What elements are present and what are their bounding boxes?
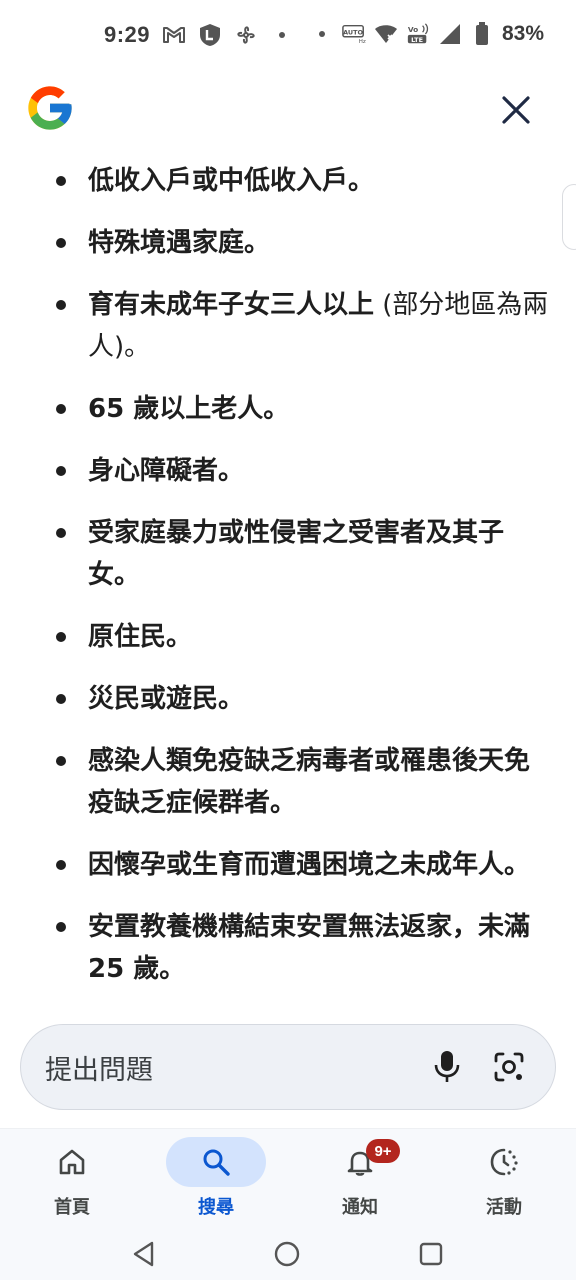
answer-content: 低收入戶或中低收入戶。 特殊境遇家庭。 育有未成年子女三人以上 (部分地區為兩人… — [0, 150, 576, 1020]
list-item: 災民或遊民。 — [56, 678, 552, 720]
ask-input-placeholder[interactable]: 提出問題 — [45, 1048, 407, 1087]
search-icon — [203, 1149, 230, 1176]
shield-l-icon — [198, 23, 222, 47]
fan-icon — [234, 23, 258, 47]
bullet-dot — [56, 860, 66, 870]
list-item-text: 安置教養機構結束安置無法返家，未滿 25 歲。 — [88, 912, 531, 984]
header — [0, 80, 576, 140]
nav-search-label: 搜尋 — [198, 1197, 234, 1218]
list-item: 感染人類免疫缺乏病毒者或罹患後天免疫缺乏症候群者。 — [56, 740, 552, 824]
svg-text:AUTO: AUTO — [343, 28, 363, 36]
gmail-icon — [162, 23, 186, 47]
back-button[interactable] — [126, 1236, 162, 1272]
home-icon — [59, 1149, 85, 1175]
nav-home-pill — [22, 1137, 122, 1187]
nav-search[interactable]: 搜尋 — [144, 1129, 288, 1229]
close-button[interactable] — [496, 90, 536, 130]
recents-square-icon — [419, 1242, 443, 1266]
battery-percent: 83% — [501, 22, 544, 45]
list-item: 育有未成年子女三人以上 (部分地區為兩人)。 — [56, 284, 552, 368]
bullet-dot — [56, 632, 66, 642]
list-item: 原住民。 — [56, 616, 552, 658]
list-item-text: 因懷孕或生育而遭遇困境之未成年人。 — [88, 850, 531, 880]
list-item: 因懷孕或生育而遭遇困境之未成年人。 — [56, 844, 552, 886]
dot-icon — [270, 23, 294, 47]
list-item-text: 65 歲以上老人。 — [88, 394, 290, 424]
list-item-text: 特殊境遇家庭。 — [88, 228, 271, 258]
svg-text:Vo: Vo — [408, 25, 418, 34]
home-system-button[interactable] — [269, 1236, 305, 1272]
lens-button[interactable] — [487, 1045, 531, 1089]
bullet-dot — [56, 528, 66, 538]
status-left: 9:29 — [104, 22, 294, 48]
auto-hd-icon: AUTO Hz — [342, 22, 366, 46]
volte-icon: Vo LTE — [406, 22, 430, 46]
status-bar: 9:29 AUTO Hz Vo LTE 83% — [0, 0, 576, 76]
back-triangle-icon — [133, 1241, 154, 1267]
nav-activity-pill — [454, 1137, 554, 1187]
list-item-text: 感染人類免疫缺乏病毒者或罹患後天免疫缺乏症候群者。 — [88, 746, 531, 818]
lens-camera-icon — [494, 1052, 524, 1082]
list-item: 65 歲以上老人。 — [56, 388, 552, 430]
list-item: 安置教養機構結束安置無法返家，未滿 25 歲。 — [56, 906, 552, 990]
status-time: 9:29 — [104, 22, 151, 47]
bullet-dot — [56, 756, 66, 766]
nav-notifications-label: 通知 — [342, 1197, 378, 1218]
home-circle-icon — [274, 1241, 300, 1267]
nav-activity[interactable]: 活動 — [432, 1129, 576, 1229]
bullet-dot — [56, 404, 66, 414]
nav-activity-label: 活動 — [486, 1197, 522, 1218]
bullet-dot — [56, 466, 66, 476]
nav-notifications[interactable]: 9+ 通知 — [288, 1129, 432, 1229]
dot-icon — [310, 22, 334, 46]
list-item-text: 受家庭暴力或性侵害之受害者及其子女。 — [88, 518, 505, 590]
ask-question-bar[interactable]: 提出問題 — [20, 1024, 556, 1110]
nav-home[interactable]: 首頁 — [0, 1129, 144, 1229]
close-icon — [502, 96, 530, 124]
list-item-text: 低收入戶或中低收入戶。 — [88, 166, 375, 196]
battery-icon — [470, 22, 494, 46]
bullet-dot — [56, 922, 66, 932]
list-item: 身心障礙者。 — [56, 450, 552, 492]
list-item: 特殊境遇家庭。 — [56, 222, 552, 264]
activity-history-icon — [490, 1148, 518, 1176]
nav-home-label: 首頁 — [54, 1197, 90, 1218]
list-item-text: 災民或遊民。 — [88, 684, 245, 714]
system-navigation-bar — [0, 1228, 576, 1280]
signal-icon — [438, 22, 462, 46]
svg-text:Hz: Hz — [359, 39, 366, 45]
google-g-logo[interactable] — [24, 82, 76, 134]
nav-search-pill — [166, 1137, 266, 1187]
nav-notifications-pill: 9+ — [310, 1137, 410, 1187]
bottom-navigation: 首頁 搜尋 9+ 通知 活動 — [0, 1128, 576, 1228]
recents-button[interactable] — [413, 1236, 449, 1272]
bullet-dot — [56, 300, 66, 310]
microphone-icon — [434, 1051, 460, 1082]
notification-badge: 9+ — [366, 1139, 400, 1163]
svg-text:LTE: LTE — [411, 36, 423, 44]
list-item: 低收入戶或中低收入戶。 — [56, 160, 552, 202]
status-right: AUTO Hz Vo LTE 83% — [310, 22, 544, 46]
bullet-dot — [56, 694, 66, 704]
list-item-text: 原住民。 — [88, 622, 193, 652]
list-item-text: 育有未成年子女三人以上 — [88, 290, 375, 320]
list-item-text: 身心障礙者。 — [88, 456, 245, 486]
bullet-dot — [56, 238, 66, 248]
list-item: 受家庭暴力或性侵害之受害者及其子女。 — [56, 512, 552, 596]
eligibility-list: 低收入戶或中低收入戶。 特殊境遇家庭。 育有未成年子女三人以上 (部分地區為兩人… — [0, 150, 576, 990]
bullet-dot — [56, 176, 66, 186]
wifi-icon — [374, 22, 398, 46]
microphone-button[interactable] — [425, 1045, 469, 1089]
